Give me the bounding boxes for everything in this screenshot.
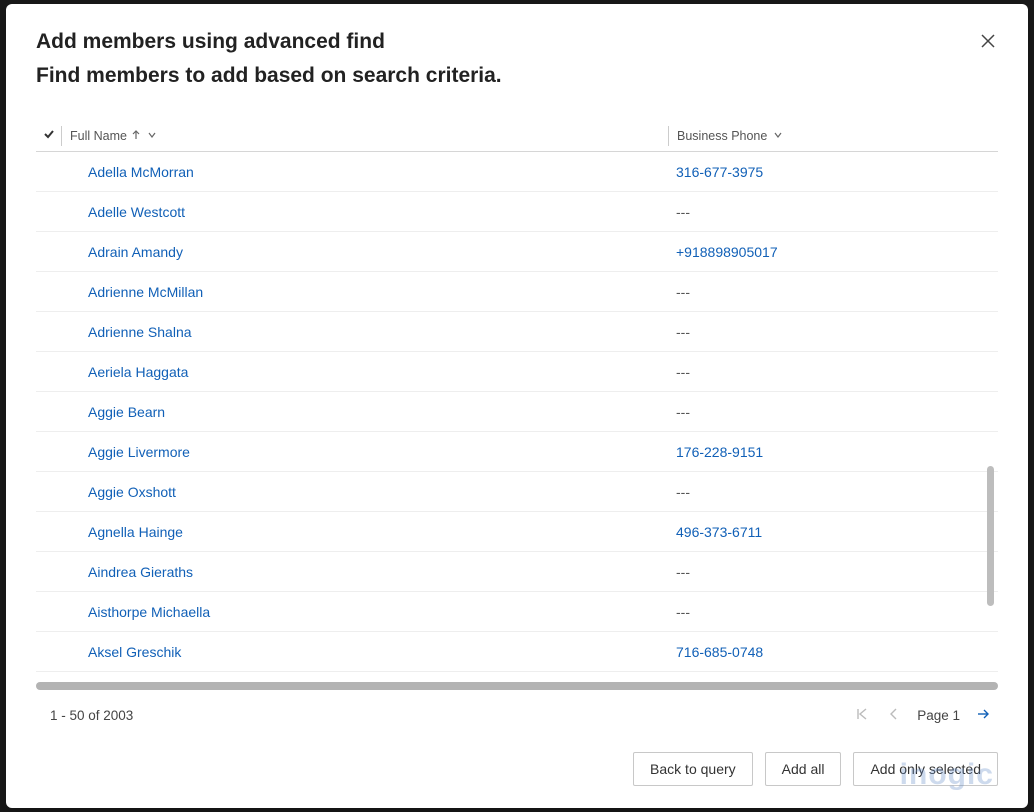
add-all-button[interactable]: Add all (765, 752, 842, 786)
page-label: Page 1 (917, 708, 960, 723)
cell-full-name: Adrienne Shalna (68, 324, 668, 340)
modal-header: Add members using advanced find Find mem… (6, 4, 1028, 98)
table-row[interactable]: Adelle Westcott --- (36, 192, 998, 232)
column-header-label: Business Phone (677, 129, 767, 143)
full-name-link[interactable]: Adella McMorran (88, 164, 194, 180)
cell-business-phone: --- (668, 484, 998, 500)
full-name-link[interactable]: Aggie Oxshott (88, 484, 176, 500)
cell-full-name: Aggie Oxshott (68, 484, 668, 500)
table-row[interactable]: Adrain Amandy +918898905017 (36, 232, 998, 272)
cell-business-phone[interactable]: 716-685-0748 (668, 644, 998, 660)
add-only-selected-button[interactable]: Add only selected (853, 752, 998, 786)
full-name-link[interactable]: Aisthorpe Michaella (88, 604, 210, 620)
table-row[interactable]: Aggie Livermore 176-228-9151 (36, 432, 998, 472)
cell-full-name: Aksel Greschik (68, 644, 668, 660)
results-table: Full Name Business Phone Adella McMorran… (6, 120, 1028, 676)
cell-full-name: Aisthorpe Michaella (68, 604, 668, 620)
cell-business-phone[interactable]: 316-677-3975 (668, 164, 998, 180)
cell-business-phone[interactable]: 176-228-9151 (668, 444, 998, 460)
first-page-icon (855, 707, 869, 724)
back-to-query-button[interactable]: Back to query (633, 752, 753, 786)
modal-title: Add members using advanced find (36, 30, 998, 54)
cell-business-phone: --- (668, 364, 998, 380)
arrow-right-icon (976, 707, 990, 724)
cell-business-phone: --- (668, 324, 998, 340)
column-header-business-phone[interactable]: Business Phone (668, 126, 998, 146)
full-name-link[interactable]: Adrain Amandy (88, 244, 183, 260)
table-row[interactable]: Adrienne McMillan --- (36, 272, 998, 312)
table-row[interactable]: Aeriela Haggata --- (36, 352, 998, 392)
cell-full-name: Adella McMorran (68, 164, 668, 180)
cell-business-phone[interactable]: +918898905017 (668, 244, 998, 260)
table-row[interactable]: Aindrea Gieraths --- (36, 552, 998, 592)
advanced-find-modal: Add members using advanced find Find mem… (6, 4, 1028, 808)
horizontal-scrollbar[interactable] (36, 682, 998, 690)
sort-ascending-icon (131, 129, 141, 143)
prev-page-button[interactable] (885, 706, 903, 724)
checkmark-icon (43, 128, 55, 143)
table-header-row: Full Name Business Phone (36, 120, 998, 152)
full-name-link[interactable]: Aggie Bearn (88, 404, 165, 420)
table-row[interactable]: Aggie Bearn --- (36, 392, 998, 432)
first-page-button[interactable] (853, 706, 871, 724)
modal-footer: Back to query Add all Add only selected (6, 730, 1028, 808)
cell-business-phone: --- (668, 604, 998, 620)
full-name-link[interactable]: Aindrea Gieraths (88, 564, 193, 580)
pager-controls: Page 1 (853, 706, 992, 724)
cell-full-name: Agnella Hainge (68, 524, 668, 540)
table-row[interactable]: Agnella Hainge 496-373-6711 (36, 512, 998, 552)
next-page-button[interactable] (974, 706, 992, 724)
column-header-full-name[interactable]: Full Name (68, 129, 668, 143)
close-button[interactable] (978, 32, 998, 52)
cell-business-phone: --- (668, 404, 998, 420)
cell-full-name: Adrain Amandy (68, 244, 668, 260)
chevron-down-icon (773, 129, 783, 143)
select-all-checkbox[interactable] (36, 126, 62, 146)
table-row[interactable]: Adrienne Shalna --- (36, 312, 998, 352)
cell-business-phone[interactable]: 496-373-6711 (668, 524, 998, 540)
chevron-left-icon (887, 707, 901, 724)
chevron-down-icon (147, 129, 157, 143)
table-row[interactable]: Adella McMorran 316-677-3975 (36, 152, 998, 192)
cell-full-name: Adrienne McMillan (68, 284, 668, 300)
full-name-link[interactable]: Adelle Westcott (88, 204, 185, 220)
cell-business-phone: --- (668, 284, 998, 300)
full-name-link[interactable]: Adrienne Shalna (88, 324, 192, 340)
cell-full-name: Adelle Westcott (68, 204, 668, 220)
cell-full-name: Aeriela Haggata (68, 364, 668, 380)
full-name-link[interactable]: Agnella Hainge (88, 524, 183, 540)
cell-full-name: Aindrea Gieraths (68, 564, 668, 580)
close-icon (980, 33, 996, 52)
pager: 1 - 50 of 2003 Page 1 (6, 690, 1028, 730)
full-name-link[interactable]: Aeriela Haggata (88, 364, 188, 380)
vertical-scrollbar[interactable] (987, 466, 994, 606)
table-row[interactable]: Aggie Oxshott --- (36, 472, 998, 512)
table-row[interactable]: Aisthorpe Michaella --- (36, 592, 998, 632)
column-header-label: Full Name (70, 129, 127, 143)
full-name-link[interactable]: Adrienne McMillan (88, 284, 203, 300)
cell-business-phone: --- (668, 564, 998, 580)
cell-full-name: Aggie Bearn (68, 404, 668, 420)
modal-subtitle: Find members to add based on search crit… (36, 64, 998, 88)
cell-full-name: Aggie Livermore (68, 444, 668, 460)
pager-range: 1 - 50 of 2003 (50, 708, 133, 723)
table-row[interactable]: Aksel Greschik 716-685-0748 (36, 632, 998, 672)
full-name-link[interactable]: Aggie Livermore (88, 444, 190, 460)
full-name-link[interactable]: Aksel Greschik (88, 644, 181, 660)
cell-business-phone: --- (668, 204, 998, 220)
table-body[interactable]: Adella McMorran 316-677-3975 Adelle Westco… (36, 152, 998, 676)
